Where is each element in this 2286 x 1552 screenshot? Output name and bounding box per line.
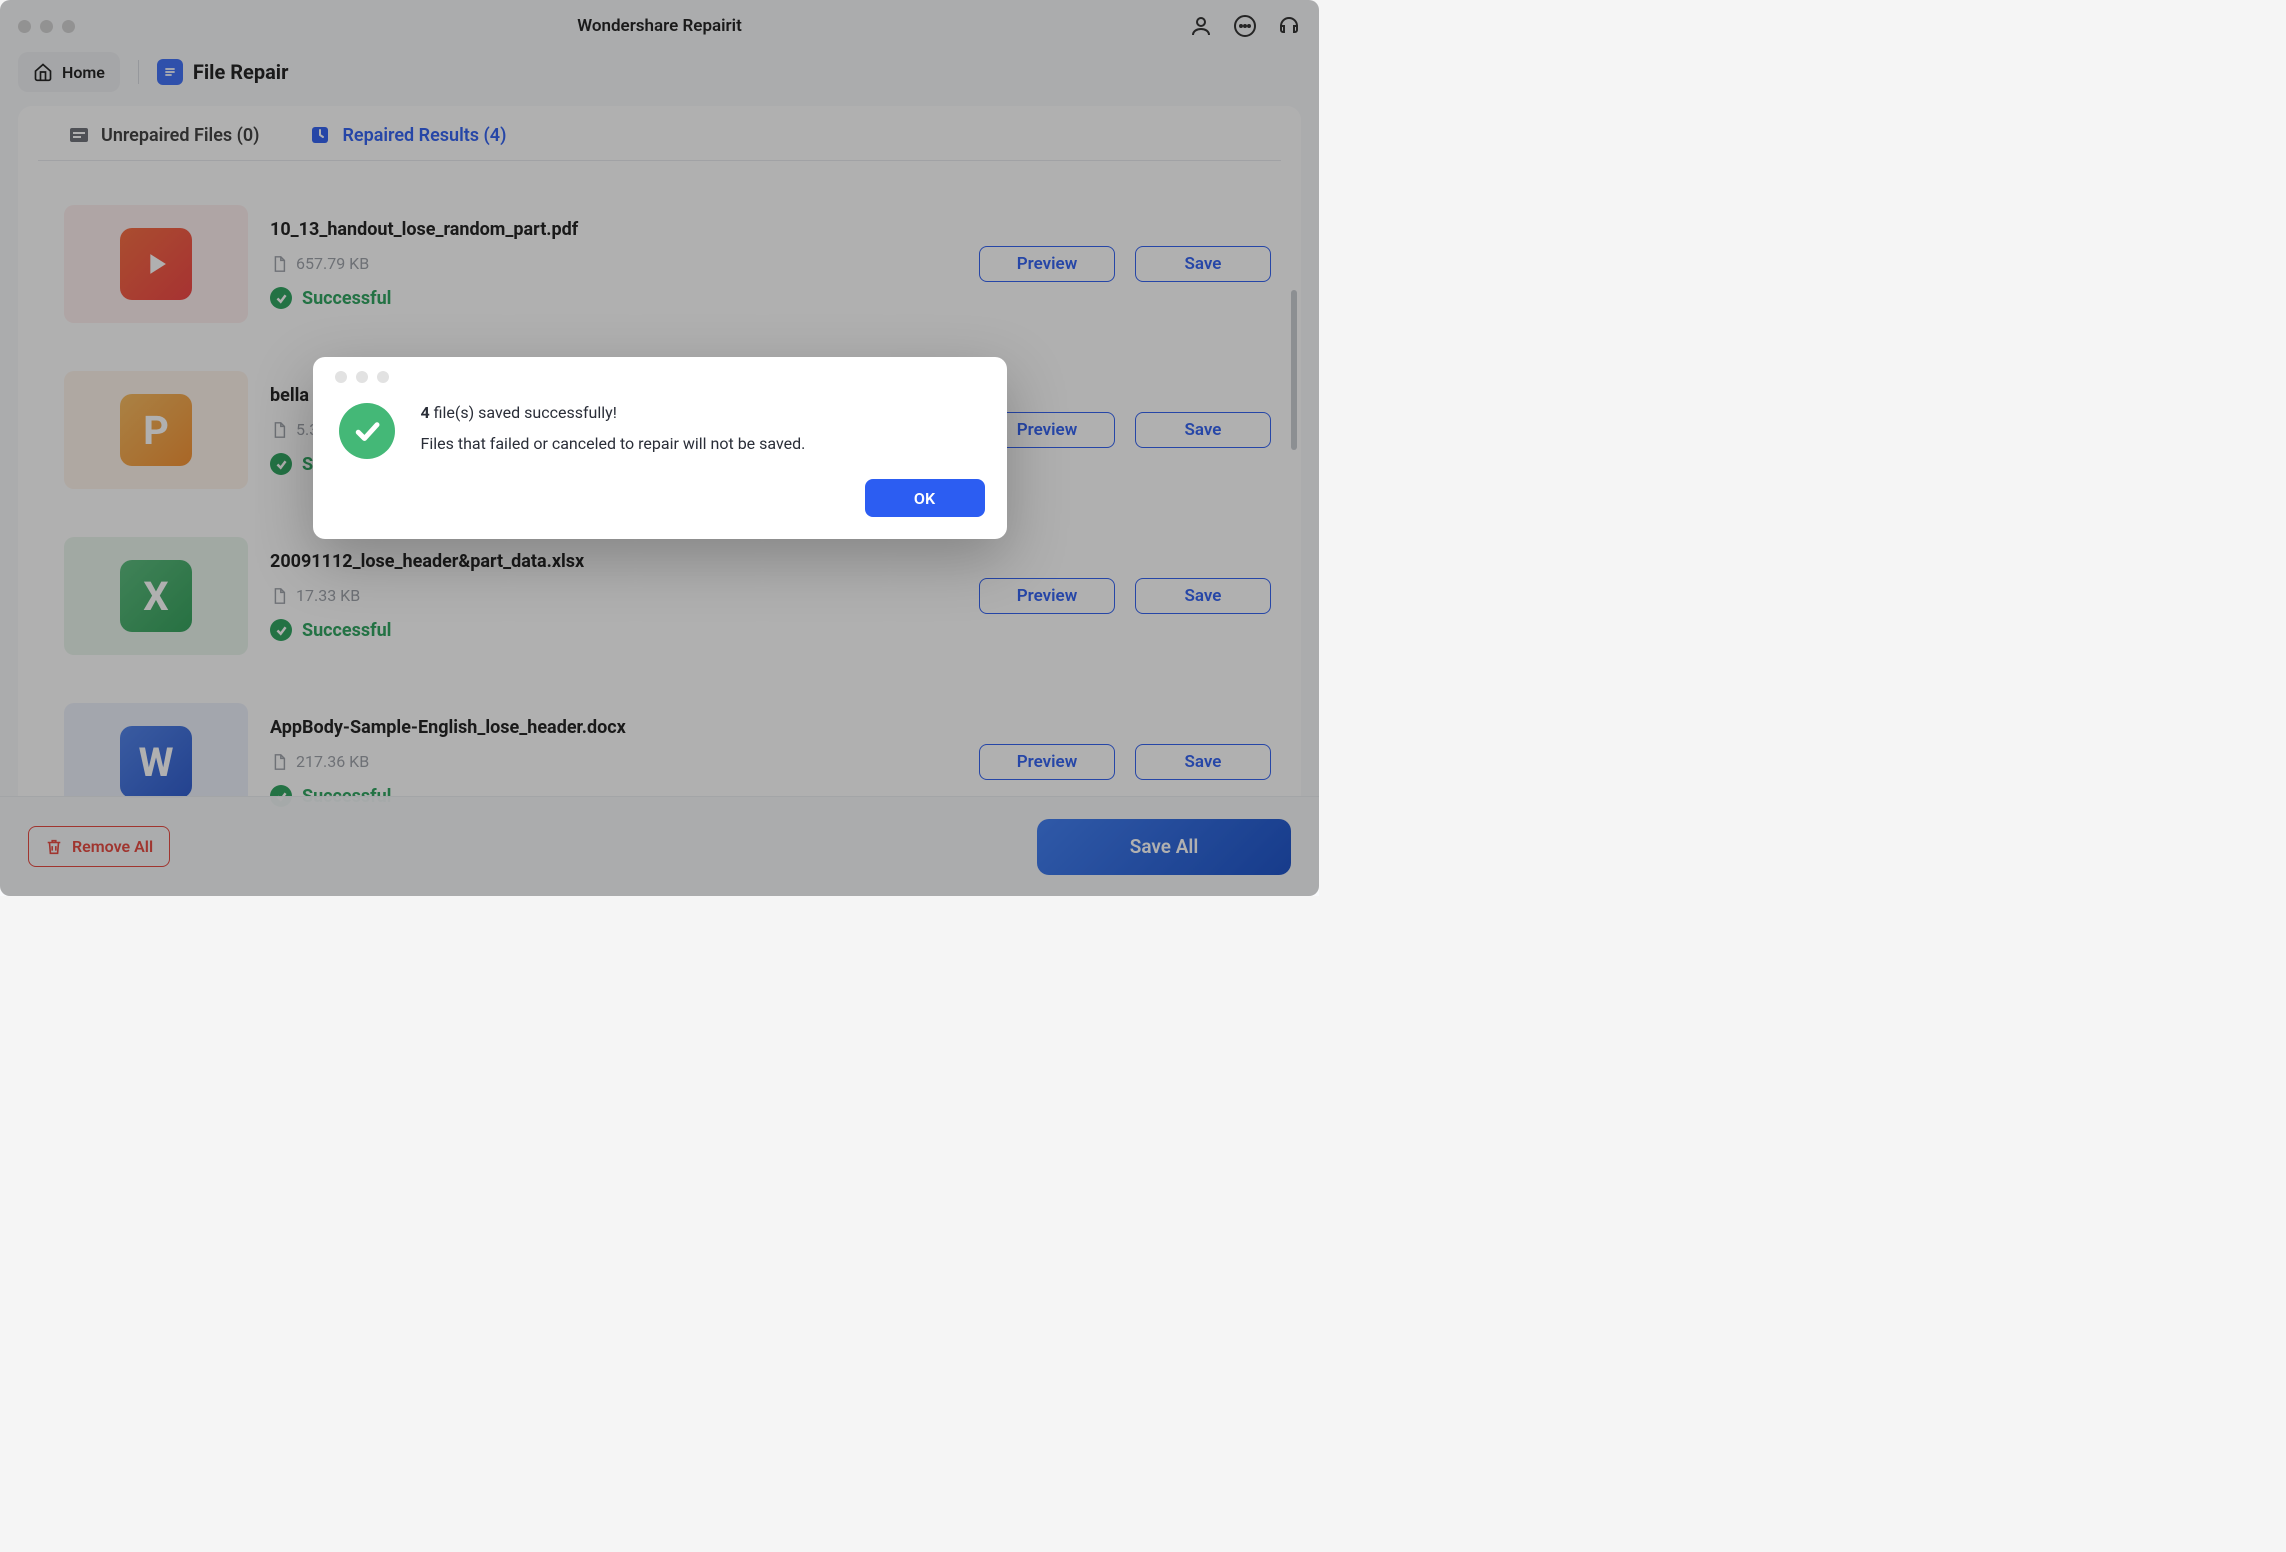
modal-description: Files that failed or canceled to repair …: [421, 434, 806, 453]
modal-count: 4: [421, 403, 430, 422]
modal-title: 4 file(s) saved successfully!: [421, 403, 806, 422]
success-check-icon: [339, 403, 395, 459]
modal-close[interactable]: [335, 371, 347, 383]
modal-traffic-lights: [335, 371, 985, 383]
modal-body: 4 file(s) saved successfully! Files that…: [335, 403, 985, 479]
ok-button[interactable]: OK: [865, 479, 985, 517]
modal-footer: OK: [335, 479, 985, 517]
modal-title-suffix: file(s) saved successfully!: [430, 403, 617, 422]
modal-text: 4 file(s) saved successfully! Files that…: [421, 403, 806, 459]
modal-minimize[interactable]: [356, 371, 368, 383]
success-modal: 4 file(s) saved successfully! Files that…: [313, 357, 1007, 539]
modal-maximize[interactable]: [377, 371, 389, 383]
app-window: Wondershare Repairit Home File Repair: [0, 0, 1319, 896]
modal-overlay: 4 file(s) saved successfully! Files that…: [0, 0, 1319, 896]
